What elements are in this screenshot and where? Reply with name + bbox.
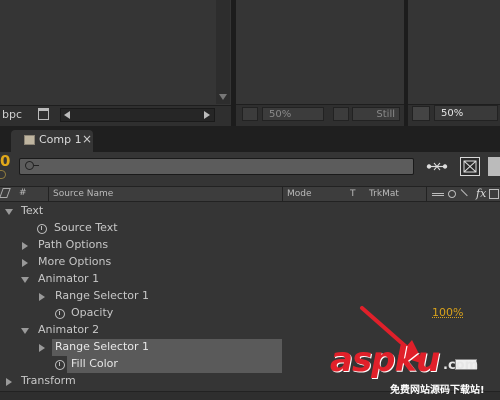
- property-label: Opacity: [71, 306, 114, 319]
- property-label: More Options: [38, 255, 112, 268]
- search-input[interactable]: [19, 158, 414, 175]
- property-row-animator-1[interactable]: Animator 1: [0, 271, 500, 288]
- layer-row-text[interactable]: Text: [0, 203, 500, 220]
- bpc-label[interactable]: bpc: [2, 108, 22, 121]
- scroll-left-icon[interactable]: [64, 111, 70, 119]
- zoom-dropdown[interactable]: 50%: [262, 107, 324, 121]
- property-row-path-options[interactable]: Path Options: [0, 237, 500, 254]
- region-icon[interactable]: [412, 106, 430, 121]
- tab-comp-1[interactable]: Comp 1 ×: [11, 130, 93, 152]
- expand-triangle-icon[interactable]: [22, 242, 28, 250]
- column-mode[interactable]: Mode: [287, 189, 312, 199]
- still-button[interactable]: Still: [352, 107, 400, 121]
- motion-blur-icon: [489, 189, 499, 199]
- stopwatch-icon[interactable]: [55, 309, 65, 319]
- property-label: Range Selector 1: [55, 289, 150, 302]
- snapshot-icon[interactable]: [242, 107, 258, 121]
- expand-triangle-icon[interactable]: [21, 277, 29, 283]
- property-label: Animator 1: [38, 272, 100, 285]
- draft-3d-icon[interactable]: [460, 157, 480, 176]
- watermark-main: aspku: [330, 340, 440, 380]
- watermark-domain: .com: [443, 358, 479, 373]
- property-label: Fill Color: [71, 357, 118, 370]
- composition-viewer: [236, 0, 404, 104]
- footage-viewer: [408, 0, 500, 104]
- hide-shy-layers-icon[interactable]: [488, 157, 500, 176]
- property-row-more-options[interactable]: More Options: [0, 254, 500, 271]
- trash-icon[interactable]: [38, 108, 49, 120]
- scroll-down-icon[interactable]: [219, 94, 227, 100]
- expand-triangle-icon[interactable]: [21, 328, 29, 334]
- column-source-name[interactable]: Source Name: [53, 189, 113, 199]
- property-label: Transform: [21, 374, 76, 387]
- column-index[interactable]: #: [19, 188, 27, 198]
- expand-triangle-icon[interactable]: [22, 259, 28, 267]
- watermark: aspku .com 免费网站源码下载站!: [330, 338, 500, 400]
- expand-triangle-icon[interactable]: [6, 378, 12, 386]
- composition-mini-flowchart-icon[interactable]: [426, 160, 448, 173]
- property-label: Range Selector 1: [55, 340, 150, 353]
- column-fx[interactable]: fx: [476, 187, 486, 200]
- project-panel: [0, 0, 231, 105]
- zoom-dropdown-right[interactable]: 50%: [434, 105, 498, 121]
- scrollbar-horizontal[interactable]: [60, 108, 215, 122]
- watermark-sub: 免费网站源码下载站!: [390, 385, 485, 396]
- search-icon: [25, 161, 34, 170]
- layer-label: Text: [21, 204, 44, 217]
- stopwatch-icon[interactable]: [37, 224, 47, 234]
- scroll-right-icon[interactable]: [204, 111, 210, 119]
- collapse-switch-icon: [448, 190, 456, 198]
- search-dropdown-icon: [34, 165, 39, 166]
- timecode-display[interactable]: 0: [0, 152, 10, 170]
- resolution-icon[interactable]: [333, 107, 349, 121]
- tab-close-icon[interactable]: ×: [82, 132, 92, 146]
- property-label: Path Options: [38, 238, 109, 251]
- expand-triangle-icon[interactable]: [5, 209, 13, 215]
- comp-icon: [24, 135, 35, 145]
- stopwatch-icon[interactable]: [55, 360, 65, 370]
- property-row-source-text[interactable]: Source Text: [0, 220, 500, 237]
- property-label: Animator 2: [38, 323, 100, 336]
- column-t[interactable]: T: [350, 189, 356, 199]
- column-trkmat[interactable]: TrkMat: [369, 189, 399, 199]
- expand-triangle-icon[interactable]: [39, 293, 45, 301]
- expand-triangle-icon[interactable]: [39, 344, 45, 352]
- property-label: Source Text: [54, 221, 118, 234]
- tab-label: Comp 1: [39, 133, 82, 146]
- shy-switch-icon: [432, 193, 444, 196]
